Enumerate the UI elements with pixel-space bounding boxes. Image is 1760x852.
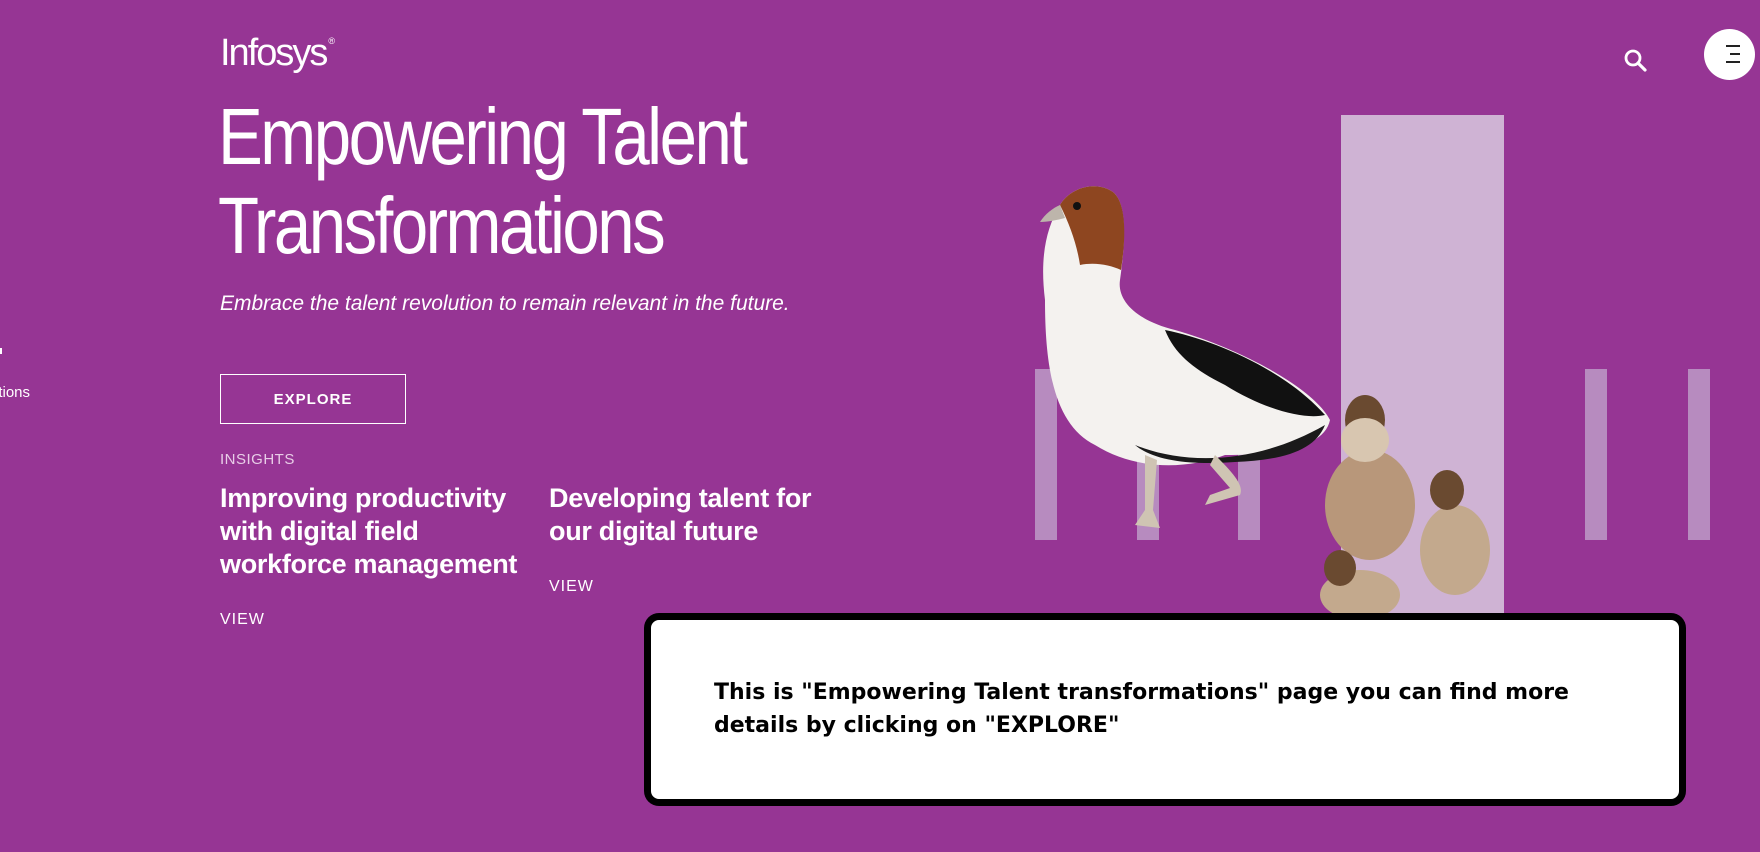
- hero-subtitle: Embrace the talent revolution to remain …: [220, 292, 790, 315]
- view-link[interactable]: VIEW: [549, 578, 594, 596]
- view-link[interactable]: VIEW: [220, 611, 265, 629]
- duck-illustration: [1040, 186, 1490, 615]
- side-nav-indicator: [0, 348, 2, 354]
- decorative-bar: [1585, 369, 1607, 540]
- insight-title[interactable]: Improving productivity with digital fiel…: [220, 482, 520, 581]
- duck-image: [1040, 186, 1330, 528]
- insight-card: Developing talent for our digital future…: [549, 482, 849, 596]
- logo-text: Infosys: [220, 32, 328, 74]
- search-button[interactable]: [1620, 45, 1652, 77]
- popup-message: This is "Empowering Talent transformatio…: [714, 680, 1569, 738]
- ducklings-image: [1320, 395, 1490, 615]
- info-popup: This is "Empowering Talent transformatio…: [645, 614, 1685, 805]
- insight-card: Improving productivity with digital fiel…: [220, 482, 520, 629]
- side-nav-item[interactable]: ations: [0, 384, 30, 401]
- insights-label: INSIGHTS: [220, 451, 295, 468]
- menu-button[interactable]: [1704, 29, 1755, 80]
- infosys-logo[interactable]: Infosys ®: [220, 32, 336, 75]
- insight-title[interactable]: Developing talent for our digital future: [549, 482, 849, 548]
- search-icon: [1624, 49, 1647, 72]
- decorative-bar: [1688, 369, 1710, 540]
- registered-mark: ®: [328, 36, 336, 46]
- explore-button[interactable]: EXPLORE: [220, 374, 406, 424]
- page-title: Empowering Talent Transformations: [218, 92, 748, 270]
